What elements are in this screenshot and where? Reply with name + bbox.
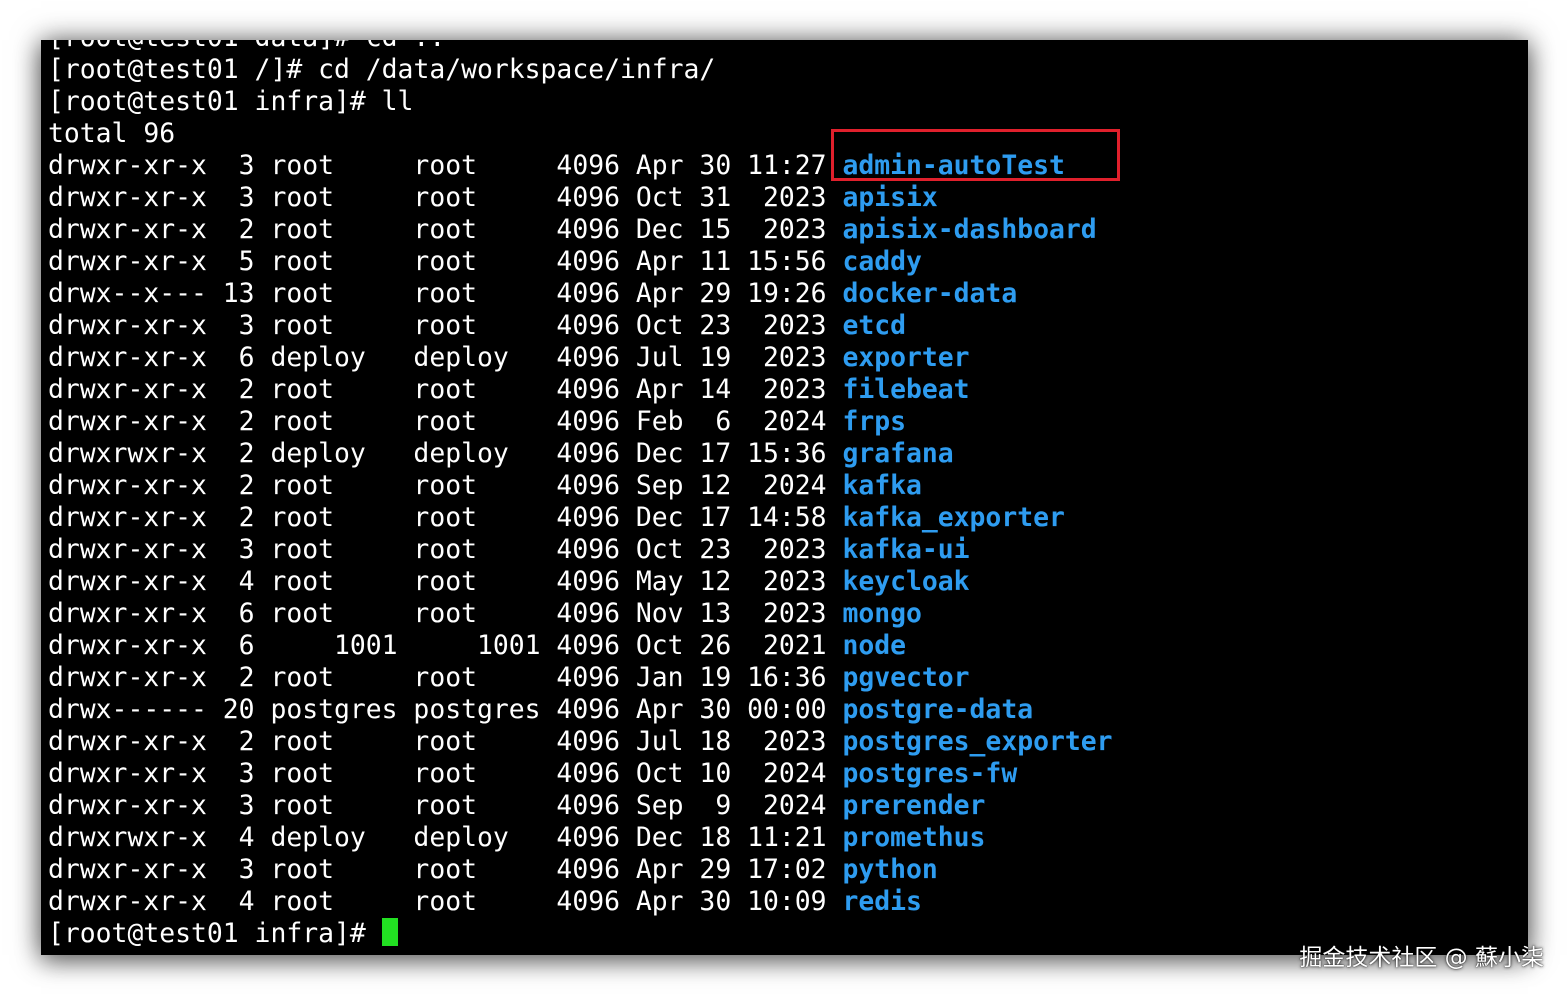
directory-name: kafka [842,470,922,501]
listing-row: drwxr-xr-x 2 root root 4096 Dec 15 2023 … [48,214,1097,246]
listing-row: drwxr-xr-x 4 root root 4096 May 12 2023 … [48,566,970,598]
listing-row: drwxr-xr-x 3 root root 4096 Apr 29 17:02… [48,854,938,886]
listing-meta: drwxr-xr-x 6 1001 1001 4096 Oct 26 2021 [48,630,843,661]
cursor-block-icon [381,918,398,946]
directory-name: apisix-dashboard [842,214,1097,245]
command-text: cd /data/workspace/infra/ [318,54,716,85]
directory-name: keycloak [842,566,970,597]
directory-name: prerender [842,790,986,821]
listing-meta: drwxr-xr-x 4 root root 4096 May 12 2023 [48,566,843,597]
listing-meta: drwxrwxr-x 2 deploy deploy 4096 Dec 17 1… [48,438,843,469]
directory-name: pgvector [842,662,970,693]
directory-name: apisix [842,182,938,213]
listing-row: drwxr-xr-x 4 root root 4096 Apr 30 10:09… [48,886,922,918]
directory-name: redis [842,886,922,917]
listing-row: drwxr-xr-x 3 root root 4096 Oct 10 2024 … [48,758,1017,790]
listing-row: drwxr-xr-x 2 root root 4096 Dec 17 14:58… [48,502,1065,534]
listing-row: drwxr-xr-x 3 root root 4096 Sep 9 2024 p… [48,790,985,822]
directory-name: kafka_exporter [842,502,1065,533]
directory-name: node [842,630,906,661]
highlight-box-admin-autotest [831,129,1120,181]
watermark: 掘金技术社区 @ 蘇小柒 [1299,945,1544,971]
directory-name: exporter [842,342,970,373]
total-text: total 96 [48,118,176,149]
prompt-text: [root@test01 /]# [48,54,319,85]
partial-top-line: [root@test01 data]# cd .. [48,40,445,54]
listing-meta: drwx------ 20 postgres postgres 4096 Apr… [48,694,843,725]
listing-meta: drwxr-xr-x 2 root root 4096 Sep 12 2024 [48,470,843,501]
listing-row: drwxr-xr-x 5 root root 4096 Apr 11 15:56… [48,246,922,278]
listing-meta: drwxr-xr-x 2 root root 4096 Jan 19 16:36 [48,662,843,693]
listing-row: drwxr-xr-x 2 root root 4096 Jan 19 16:36… [48,662,970,694]
directory-name: promethus [842,822,986,853]
prompt-line: [root@test01 infra]# ll [48,86,413,118]
listing-meta: drwxr-xr-x 3 root root 4096 Oct 10 2024 [48,758,843,789]
directory-name: postgres-fw [842,758,1018,789]
listing-meta: drwxr-xr-x 2 root root 4096 Dec 15 2023 [48,214,843,245]
listing-row: drwxr-xr-x 2 root root 4096 Apr 14 2023 … [48,374,970,406]
directory-name: grafana [842,438,954,469]
listing-meta: drwxr-xr-x 3 root root 4096 Sep 9 2024 [48,790,843,821]
directory-name: postgres_exporter [842,726,1113,757]
listing-row: drwxr-xr-x 3 root root 4096 Oct 23 2023 … [48,534,970,566]
listing-row: drwxrwxr-x 4 deploy deploy 4096 Dec 18 1… [48,822,985,854]
directory-name: postgre-data [842,694,1034,725]
listing-meta: drwxr-xr-x 3 root root 4096 Oct 31 2023 [48,182,843,213]
directory-name: etcd [842,310,906,341]
listing-meta: drwxr-xr-x 4 root root 4096 Apr 30 10:09 [48,886,843,917]
listing-row: drwxrwxr-x 2 deploy deploy 4096 Dec 17 1… [48,438,954,470]
prompt-line: [root@test01 /]# cd /data/workspace/infr… [48,54,715,86]
prompt-text: [root@test01 infra]# [48,86,382,117]
directory-name: kafka-ui [842,534,970,565]
directory-name: docker-data [842,278,1018,309]
listing-meta: drwxr-xr-x 3 root root 4096 Oct 23 2023 [48,534,843,565]
listing-row: drwxr-xr-x 2 root root 4096 Sep 12 2024 … [48,470,922,502]
command-text: ll [381,86,414,117]
listing-meta: drwxr-xr-x 6 deploy deploy 4096 Jul 19 2… [48,342,843,373]
listing-meta: drwxr-xr-x 2 root root 4096 Feb 6 2024 [48,406,843,437]
directory-name: filebeat [842,374,970,405]
total-line: total 96 [48,118,175,150]
listing-meta: drwxr-xr-x 2 root root 4096 Jul 18 2023 [48,726,843,757]
prompt-text: [root@test01 infra]# [48,918,382,949]
listing-meta: drwxr-xr-x 6 root root 4096 Nov 13 2023 [48,598,843,629]
listing-row: drwxr-xr-x 6 deploy deploy 4096 Jul 19 2… [48,342,970,374]
listing-meta: drwxr-xr-x 3 root root 4096 Apr 30 11:27 [48,150,843,181]
listing-row: drwxr-xr-x 6 root root 4096 Nov 13 2023 … [48,598,922,630]
listing-row: drwxr-xr-x 3 root root 4096 Oct 31 2023 … [48,182,938,214]
directory-name: caddy [842,246,922,277]
listing-row: drwxr-xr-x 2 root root 4096 Feb 6 2024 f… [48,406,906,438]
listing-meta: drwxr-xr-x 2 root root 4096 Dec 17 14:58 [48,502,843,533]
listing-meta: drwx--x--- 13 root root 4096 Apr 29 19:2… [48,278,843,309]
command-text: [root@test01 data]# cd .. [48,40,445,53]
directory-name: mongo [842,598,922,629]
listing-meta: drwxr-xr-x 5 root root 4096 Apr 11 15:56 [48,246,843,277]
final-prompt-line: [root@test01 infra]# [48,918,398,950]
listing-meta: drwxrwxr-x 4 deploy deploy 4096 Dec 18 1… [48,822,843,853]
listing-row: drwx--x--- 13 root root 4096 Apr 29 19:2… [48,278,1017,310]
screenshot: [root@test01 data]# cd ..[root@test01 /]… [0,0,1568,996]
listing-meta: drwxr-xr-x 3 root root 4096 Oct 23 2023 [48,310,843,341]
listing-row: drwx------ 20 postgres postgres 4096 Apr… [48,694,1033,726]
listing-row: drwxr-xr-x 3 root root 4096 Oct 23 2023 … [48,310,906,342]
terminal-window[interactable]: [root@test01 data]# cd ..[root@test01 /]… [41,40,1528,955]
listing-meta: drwxr-xr-x 2 root root 4096 Apr 14 2023 [48,374,843,405]
listing-meta: drwxr-xr-x 3 root root 4096 Apr 29 17:02 [48,854,843,885]
listing-row: drwxr-xr-x 6 1001 1001 4096 Oct 26 2021 … [48,630,906,662]
listing-row: drwxr-xr-x 2 root root 4096 Jul 18 2023 … [48,726,1113,758]
directory-name: python [842,854,938,885]
directory-name: frps [842,406,906,437]
